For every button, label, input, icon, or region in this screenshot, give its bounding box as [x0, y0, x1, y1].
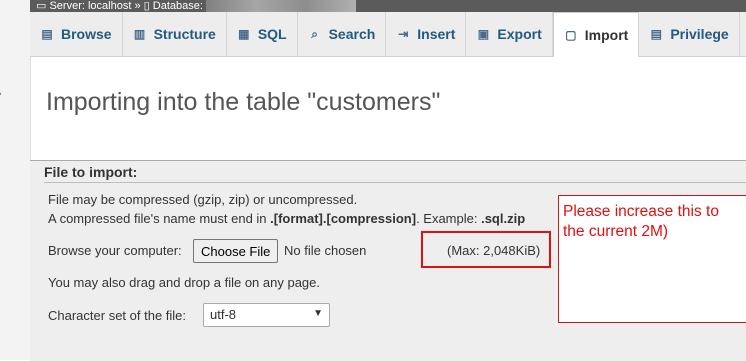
filename-format: .[format].[compression] [270, 211, 417, 226]
tab-search[interactable]: ⌕ Search [298, 12, 387, 56]
search-icon: ⌕ [311, 27, 318, 41]
privileges-icon: ▤ [650, 27, 662, 41]
server-icon: ▭ [36, 0, 47, 12]
tab-label: Browse [61, 26, 112, 42]
filename-note-prefix: A compressed file's name must end in [48, 211, 271, 226]
breadcrumb-database[interactable]: Database: [153, 0, 203, 12]
sql-icon: ▦ [238, 27, 250, 41]
filename-example: .sql.zip [481, 211, 526, 226]
tab-label: Search [328, 26, 376, 42]
choose-file-button[interactable]: Choose File [193, 239, 279, 263]
database-icon: ▯ [143, 0, 150, 12]
import-icon: ▢ [565, 28, 577, 42]
annotation-box: Please increase this to the current 2M) [558, 195, 746, 323]
filename-note-mid: . Example: [416, 211, 482, 226]
tab-sql[interactable]: ▦ SQL [227, 12, 298, 56]
tab-label: SQL [257, 26, 287, 42]
tab-insert[interactable]: ⇥ Insert [386, 12, 467, 56]
structure-icon: ▥ [133, 27, 146, 41]
filename-note: A compressed file's name must end in .[f… [48, 211, 525, 226]
browse-icon: ▤ [41, 27, 53, 41]
browse-label: Browse your computer: [48, 243, 182, 258]
drag-drop-note: You may also drag and drop a file on any… [48, 275, 320, 290]
breadcrumb-server[interactable]: Server: localhost » [49, 0, 140, 12]
tab-export[interactable]: ▣ Export [466, 12, 553, 56]
page-title: Importing into the table "customers" [46, 88, 441, 116]
tab-label: Export [497, 26, 542, 42]
tab-browse[interactable]: ▤ Browse [30, 12, 123, 56]
collapse-arrow-icon[interactable]: › [0, 88, 2, 100]
tab-import[interactable]: ▢ Import [552, 12, 640, 57]
charset-label: Character set of the file: [48, 308, 187, 323]
tab-label: Insert [417, 26, 456, 42]
compression-note: File may be compressed (gzip, zip) or un… [48, 192, 358, 207]
tab-privileges[interactable]: ▤ Privilege [639, 12, 740, 56]
file-chosen-status: No file chosen [284, 243, 367, 258]
charset-select[interactable]: utf-8 ▼ [203, 303, 330, 327]
max-upload-size: (Max: 2,048KiB) [447, 243, 541, 258]
navigation-gutter: › [0, 0, 31, 360]
redacted-breadcrumb [205, 0, 356, 12]
annotation-note: Please increase this to the current 2M) [563, 203, 719, 240]
tab-label: Privilege [670, 26, 729, 42]
tab-label: Import [584, 27, 629, 43]
tab-structure[interactable]: ▥ Structure [123, 12, 227, 56]
file-to-import-legend: File to import: [44, 164, 138, 180]
legend-divider [44, 182, 746, 183]
charset-value: utf-8 [210, 307, 237, 322]
tab-bar: ▤ Browse ▥ Structure ▦ SQL ⌕ Search ⇥ In… [30, 12, 746, 57]
breadcrumb: ▭ Server: localhost » ▯ Database: [30, 0, 746, 12]
export-icon: ▣ [477, 27, 490, 41]
chevron-down-icon: ▼ [313, 308, 323, 319]
tab-label: Structure [153, 26, 216, 42]
insert-icon: ⇥ [398, 27, 409, 41]
